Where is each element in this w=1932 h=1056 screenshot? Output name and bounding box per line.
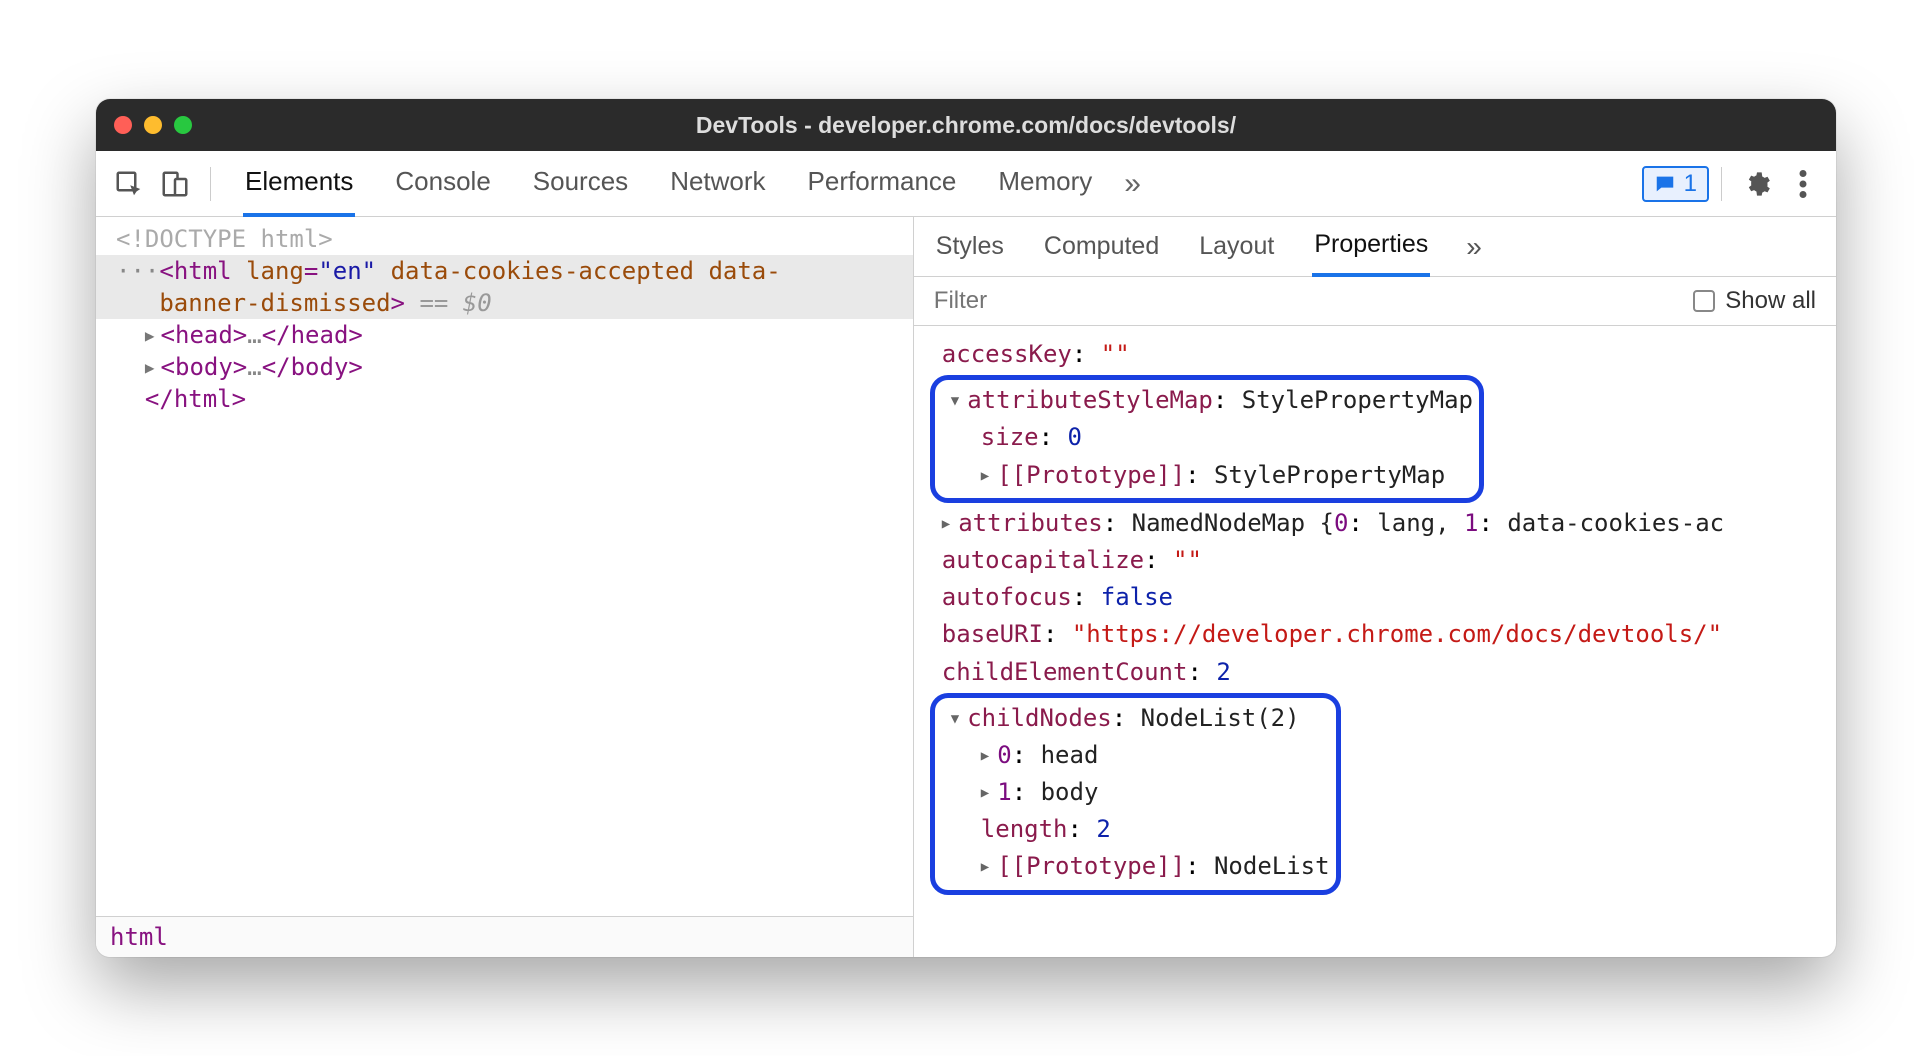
elements-panel: <!DOCTYPE html> ···<html lang="en" data-… (96, 217, 914, 957)
tabstrip-separator-2 (1721, 167, 1722, 201)
prop-childNodes-1[interactable]: 1: body (937, 774, 1330, 811)
tabstrip-separator (210, 167, 211, 201)
highlight-childNodes: childNodes: NodeList(2) 0: head 1: body … (930, 693, 1341, 895)
prop-attributeStyleMap[interactable]: attributeStyleMap: StylePropertyMap (937, 382, 1473, 419)
show-all-toggle[interactable]: Show all (1693, 287, 1816, 315)
subtab-properties[interactable]: Properties (1312, 216, 1430, 277)
tab-elements[interactable]: Elements (243, 150, 355, 217)
filter-input[interactable] (934, 287, 1134, 315)
dom-doctype[interactable]: <!DOCTYPE html> (96, 223, 913, 255)
tab-sources[interactable]: Sources (531, 150, 630, 217)
more-subtabs-icon[interactable]: » (1466, 231, 1482, 263)
properties-list[interactable]: accessKey: "" attributeStyleMap: StylePr… (914, 326, 1836, 957)
devtools-window: DevTools - developer.chrome.com/docs/dev… (96, 99, 1836, 957)
sidebar-tabs: Styles Computed Layout Properties » (914, 217, 1836, 277)
minimize-window-button[interactable] (144, 116, 162, 134)
dom-body[interactable]: <body>…</body> (96, 351, 913, 383)
subtab-styles[interactable]: Styles (934, 218, 1006, 275)
dom-head[interactable]: <head>…</head> (96, 319, 913, 351)
prop-baseURI[interactable]: baseURI: "https://developer.chrome.com/d… (928, 616, 1836, 653)
prop-autocapitalize[interactable]: autocapitalize: "" (928, 542, 1836, 579)
highlight-attributeStyleMap: attributeStyleMap: StylePropertyMap size… (930, 375, 1484, 503)
settings-gear-icon[interactable] (1734, 161, 1780, 207)
tab-memory[interactable]: Memory (996, 150, 1094, 217)
window-title: DevTools - developer.chrome.com/docs/dev… (96, 112, 1836, 139)
issues-count: 1 (1684, 170, 1697, 198)
dom-tree[interactable]: <!DOCTYPE html> ···<html lang="en" data-… (96, 217, 913, 916)
prop-childNodes-0[interactable]: 0: head (937, 737, 1330, 774)
device-toolbar-icon[interactable] (152, 161, 198, 207)
subtab-layout[interactable]: Layout (1197, 218, 1276, 275)
show-all-label: Show all (1725, 287, 1816, 315)
panels-split: <!DOCTYPE html> ···<html lang="en" data-… (96, 217, 1836, 957)
main-tabs: Elements Console Sources Network Perform… (243, 150, 1094, 217)
more-tabs-icon[interactable]: » (1124, 167, 1141, 201)
prop-size[interactable]: size: 0 (937, 419, 1473, 456)
issues-button[interactable]: 1 (1642, 166, 1709, 202)
prop-accessKey[interactable]: accessKey: "" (928, 336, 1836, 373)
dom-html-close[interactable]: </html> (96, 383, 913, 415)
breadcrumb[interactable]: html (96, 916, 913, 957)
close-window-button[interactable] (114, 116, 132, 134)
zoom-window-button[interactable] (174, 116, 192, 134)
prop-attributes[interactable]: attributes: NamedNodeMap {0: lang, 1: da… (928, 505, 1836, 542)
titlebar: DevTools - developer.chrome.com/docs/dev… (96, 99, 1836, 151)
tab-console[interactable]: Console (393, 150, 492, 217)
filter-bar: Show all (914, 277, 1836, 326)
dom-html-open-line2[interactable]: banner-dismissed> == $0 (96, 287, 913, 319)
sidebar-panel: Styles Computed Layout Properties » Show… (914, 217, 1836, 957)
prop-autofocus[interactable]: autofocus: false (928, 579, 1836, 616)
tab-network[interactable]: Network (668, 150, 767, 217)
subtab-computed[interactable]: Computed (1042, 218, 1161, 275)
tab-performance[interactable]: Performance (806, 150, 959, 217)
prop-length[interactable]: length: 2 (937, 811, 1330, 848)
main-tabstrip: Elements Console Sources Network Perform… (96, 151, 1836, 217)
show-all-checkbox[interactable] (1693, 290, 1715, 312)
prop-childElementCount[interactable]: childElementCount: 2 (928, 654, 1836, 691)
dom-html-open[interactable]: ···<html lang="en" data-cookies-accepted… (96, 255, 913, 287)
traffic-lights (114, 116, 192, 134)
kebab-menu-icon[interactable] (1780, 161, 1826, 207)
prop-childNodes[interactable]: childNodes: NodeList(2) (937, 700, 1330, 737)
inspect-element-icon[interactable] (106, 161, 152, 207)
prop-prototype-1[interactable]: [[Prototype]]: StylePropertyMap (937, 457, 1473, 494)
prop-prototype-2[interactable]: [[Prototype]]: NodeList (937, 848, 1330, 885)
